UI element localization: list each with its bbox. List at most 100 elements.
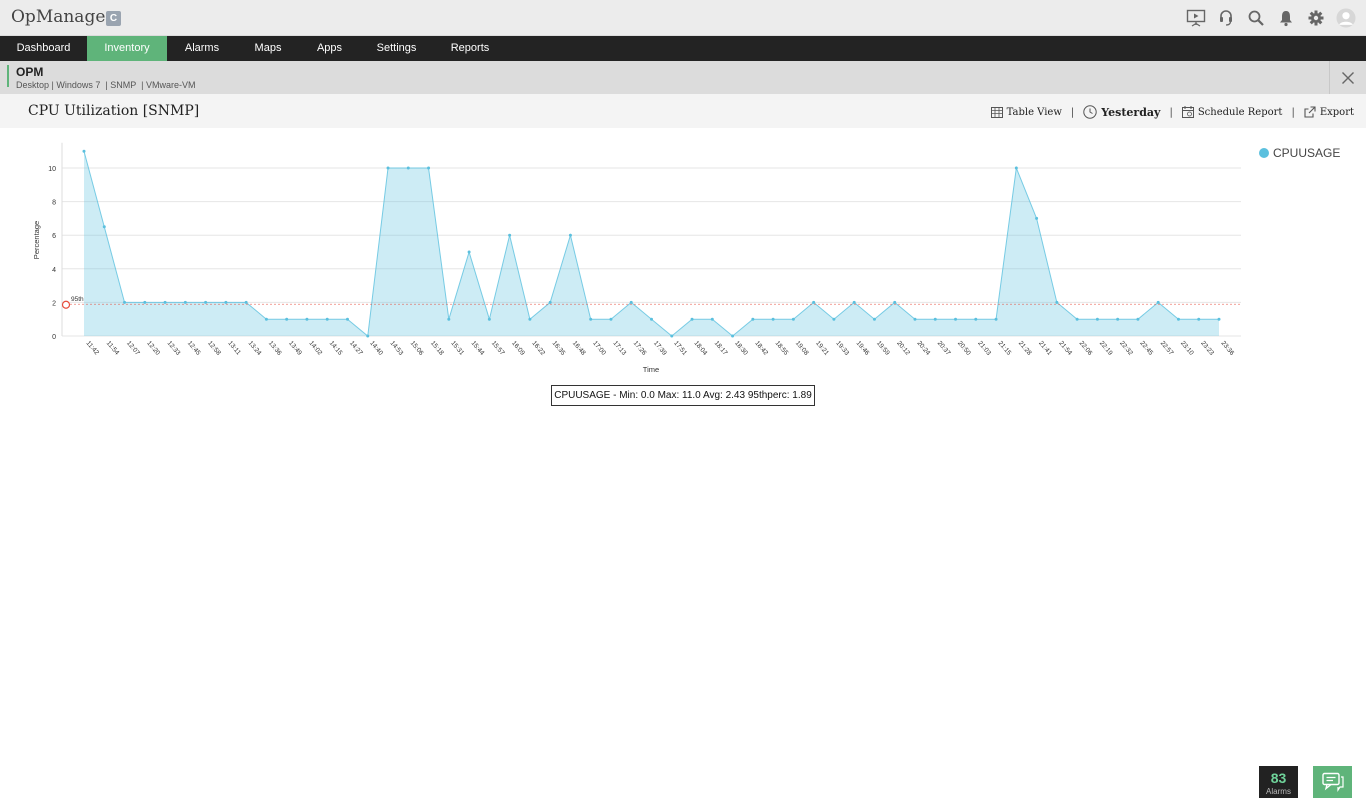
nav-dashboard[interactable]: Dashboard (0, 36, 87, 61)
x-tick-label: 17:51 (672, 340, 688, 357)
alarms-badge[interactable]: 83 Alarms (1259, 766, 1298, 798)
data-point (1176, 317, 1180, 321)
data-point (812, 300, 816, 304)
x-tick-label: 19:08 (794, 340, 810, 357)
nav-reports[interactable]: Reports (433, 36, 507, 61)
y-axis-label: Percentage (32, 221, 41, 259)
data-point (467, 250, 471, 254)
threshold-label: 95th (71, 296, 84, 303)
y-tick-label: 2 (52, 300, 56, 307)
clock-icon (1083, 105, 1097, 119)
schedule-report-button[interactable]: Schedule Report (1181, 106, 1282, 118)
x-tick-label: 21:54 (1057, 340, 1073, 357)
nav-inventory[interactable]: Inventory (87, 36, 167, 61)
device-bar: OPM Desktop | Windows 7 | SNMP | VMware-… (0, 61, 1366, 94)
table-view-button[interactable]: Table View (990, 106, 1062, 118)
x-tick-label: 21:03 (976, 340, 992, 357)
y-tick-label: 6 (52, 233, 56, 240)
data-point (974, 317, 978, 321)
nav-maps[interactable]: Maps (237, 36, 299, 61)
support-icon[interactable] (1216, 8, 1236, 28)
user-avatar-icon[interactable] (1336, 8, 1356, 28)
x-tick-label: 19:21 (814, 340, 830, 357)
data-point (650, 317, 653, 321)
x-tick-label: 15:06 (409, 340, 425, 357)
x-tick-label: 22:19 (1098, 340, 1114, 357)
data-point (1136, 317, 1140, 321)
x-tick-label: 17:00 (591, 340, 607, 357)
x-tick-label: 18:55 (774, 340, 790, 357)
x-tick-label: 13:24 (247, 340, 263, 357)
data-point (285, 317, 289, 321)
chat-button[interactable] (1313, 766, 1352, 798)
export-button[interactable]: Export (1304, 106, 1354, 118)
x-tick-label: 17:39 (652, 340, 668, 357)
x-axis-label: Time (643, 365, 659, 374)
period-selector[interactable]: Yesterday (1083, 105, 1160, 119)
data-point (832, 317, 836, 321)
x-tick-label: 22:45 (1138, 340, 1154, 357)
device-tags: Desktop | Windows 7 | SNMP | VMware-VM (16, 80, 195, 90)
report-actions: Table View | Yesterday | Schedule Report… (990, 105, 1354, 119)
x-tick-label: 18:17 (713, 340, 729, 357)
x-tick-label: 19:46 (855, 340, 871, 357)
data-point (386, 166, 390, 170)
x-tick-label: 13:36 (267, 340, 283, 357)
data-point (366, 334, 370, 338)
x-tick-label: 18:04 (693, 340, 709, 357)
nav-alarms[interactable]: Alarms (167, 36, 237, 61)
alarms-count: 83 (1270, 770, 1287, 786)
x-tick-label: 21:28 (1017, 340, 1033, 357)
close-icon (1342, 71, 1354, 84)
data-point (751, 317, 755, 321)
data-point (244, 300, 248, 304)
chart-summary: CPUUSAGE - Min: 0.0 Max: 11.0 Avg: 2.43 … (551, 385, 815, 406)
x-tick-label: 16:35 (551, 340, 567, 357)
x-tick-label: 12:33 (166, 340, 182, 357)
data-point (163, 300, 167, 304)
x-tick-label: 13:11 (226, 340, 242, 357)
presentation-icon[interactable] (1186, 8, 1206, 28)
data-point (325, 317, 329, 321)
bell-icon[interactable] (1276, 8, 1296, 28)
data-point (487, 317, 491, 321)
data-point (690, 317, 694, 321)
series-area-cpuusage (84, 151, 1219, 336)
data-point (1035, 216, 1039, 220)
device-tag-os: Windows 7 (56, 80, 101, 90)
nav-apps[interactable]: Apps (299, 36, 360, 61)
device-name[interactable]: OPM (16, 65, 43, 79)
app-logo[interactable]: OpManager (11, 7, 114, 27)
data-point (204, 300, 208, 304)
data-point (1014, 166, 1018, 170)
gear-icon[interactable] (1306, 8, 1326, 28)
x-tick-label: 12:58 (206, 340, 222, 357)
export-label: Export (1319, 106, 1354, 118)
report-header: CPU Utilization [SNMP] Table View | Yest… (0, 94, 1366, 128)
x-tick-label: 14:27 (348, 340, 364, 357)
data-point (710, 317, 714, 321)
page-title: CPU Utilization [SNMP] (28, 103, 200, 119)
search-icon[interactable] (1246, 8, 1266, 28)
data-point (345, 317, 349, 321)
x-tick-label: 15:31 (449, 340, 465, 357)
data-point (893, 300, 897, 304)
y-tick-label: 8 (52, 200, 56, 207)
x-tick-label: 14:40 (368, 340, 384, 357)
x-tick-label: 11:42 (84, 340, 100, 357)
x-tick-label: 12:45 (186, 340, 202, 357)
x-tick-label: 18:42 (753, 340, 769, 357)
x-tick-label: 15:18 (429, 340, 445, 357)
data-point (872, 317, 876, 321)
close-button[interactable] (1329, 61, 1366, 94)
x-tick-label: 19:59 (875, 340, 891, 357)
data-point (771, 317, 775, 321)
data-point (82, 149, 86, 153)
x-tick-label: 17:26 (632, 340, 648, 357)
legend-marker (1259, 148, 1269, 158)
device-tag-vm: VMware-VM (145, 80, 196, 90)
data-point (609, 317, 613, 321)
x-tick-label: 21:41 (1037, 340, 1053, 357)
data-point (994, 317, 998, 321)
nav-settings[interactable]: Settings (360, 36, 433, 61)
